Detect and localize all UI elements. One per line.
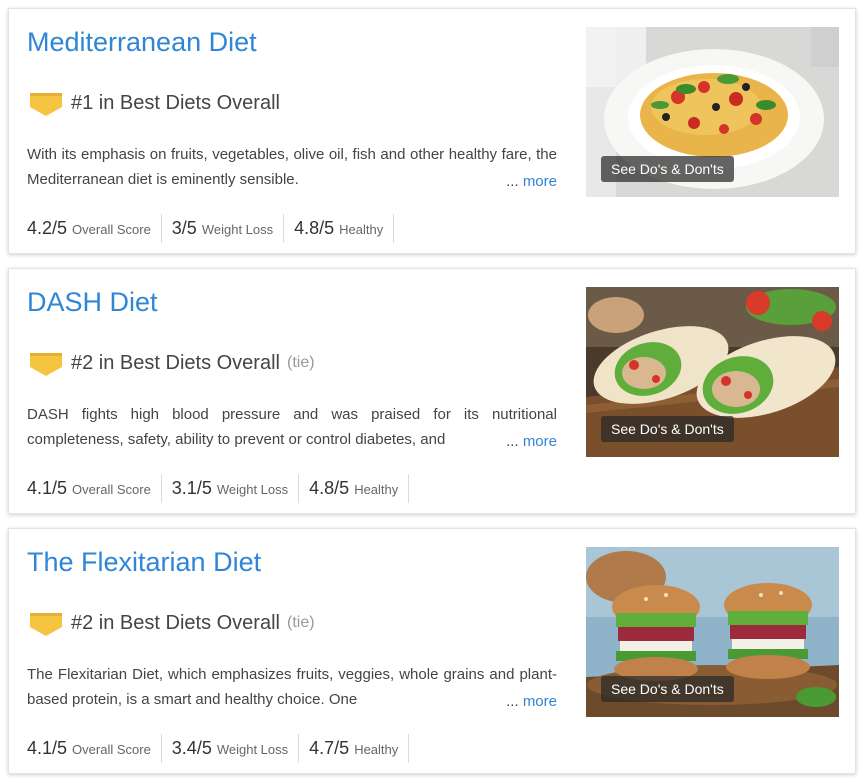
tie-label: (tie) xyxy=(286,354,315,371)
score-overall: 4.1/5 Overall Score xyxy=(27,734,162,763)
score-value: 4.8/5 xyxy=(309,478,350,498)
score-label: Healthy xyxy=(354,742,399,757)
score-label: Weight Loss xyxy=(201,222,274,237)
diet-title-link[interactable]: Mediterranean Diet xyxy=(27,29,257,56)
diet-description: The Flexitarian Diet, which emphasizes f… xyxy=(27,662,557,714)
score-value: 3.4/5 xyxy=(171,738,212,758)
ellipsis: ... xyxy=(506,173,519,190)
score-value: 4.8/5 xyxy=(294,218,335,238)
rank-badge-icon xyxy=(30,353,62,376)
score-weight-loss: 3.4/5 Weight Loss xyxy=(162,734,300,763)
rank-row: #2 in Best Diets Overall (tie) xyxy=(29,609,315,637)
more-link[interactable]: more xyxy=(523,693,557,710)
ellipsis: ... xyxy=(506,693,519,710)
diet-image[interactable]: See Do's & Don'ts xyxy=(586,547,839,717)
diet-card: Mediterranean Diet #1 in Best Diets Over… xyxy=(8,8,856,254)
score-value: 4.1/5 xyxy=(27,738,68,758)
rank-text: #2 in Best Diets Overall xyxy=(71,351,280,374)
score-label: Healthy xyxy=(339,222,384,237)
diet-title-link[interactable]: DASH Diet xyxy=(27,289,158,316)
score-label: Overall Score xyxy=(72,742,151,757)
rank-row: #1 in Best Diets Overall xyxy=(29,89,280,117)
more-wrapper: ... more xyxy=(470,429,557,454)
score-overall: 4.1/5 Overall Score xyxy=(27,474,162,503)
score-label: Weight Loss xyxy=(216,482,289,497)
diet-card: The Flexitarian Diet #2 in Best Diets Ov… xyxy=(8,528,856,774)
more-link[interactable]: more xyxy=(523,433,557,450)
score-healthy: 4.7/5 Healthy xyxy=(299,734,410,763)
ellipsis: ... xyxy=(506,433,519,450)
scores-row: 4.2/5 Overall Score 3/5 Weight Loss 4.8/… xyxy=(27,214,395,243)
diet-title-link[interactable]: The Flexitarian Diet xyxy=(27,549,261,576)
score-value: 3.1/5 xyxy=(171,478,212,498)
diet-image[interactable]: See Do's & Don'ts xyxy=(586,287,839,457)
rank-row: #2 in Best Diets Overall (tie) xyxy=(29,349,315,377)
score-value: 3/5 xyxy=(171,218,197,238)
score-healthy: 4.8/5 Healthy xyxy=(299,474,410,503)
rank-text: #1 in Best Diets Overall xyxy=(71,91,280,114)
rank-badge-icon xyxy=(30,93,62,116)
scores-row: 4.1/5 Overall Score 3.4/5 Weight Loss 4.… xyxy=(27,734,410,763)
see-dos-donts-button[interactable]: See Do's & Don'ts xyxy=(601,416,734,442)
score-label: Weight Loss xyxy=(216,742,289,757)
score-healthy: 4.8/5 Healthy xyxy=(284,214,395,243)
scores-row: 4.1/5 Overall Score 3.1/5 Weight Loss 4.… xyxy=(27,474,410,503)
diet-description: With its emphasis on fruits, vegetables,… xyxy=(27,142,557,194)
score-label: Overall Score xyxy=(72,222,151,237)
score-overall: 4.2/5 Overall Score xyxy=(27,214,162,243)
score-value: 4.2/5 xyxy=(27,218,68,238)
score-label: Healthy xyxy=(354,482,399,497)
rank-badge-icon xyxy=(30,613,62,636)
score-weight-loss: 3/5 Weight Loss xyxy=(162,214,285,243)
see-dos-donts-button[interactable]: See Do's & Don'ts xyxy=(601,676,734,702)
diet-card: DASH Diet #2 in Best Diets Overall (tie)… xyxy=(8,268,856,514)
score-value: 4.7/5 xyxy=(309,738,350,758)
see-dos-donts-button[interactable]: See Do's & Don'ts xyxy=(601,156,734,182)
more-link[interactable]: more xyxy=(523,173,557,190)
score-weight-loss: 3.1/5 Weight Loss xyxy=(162,474,300,503)
diet-image[interactable]: See Do's & Don'ts xyxy=(586,27,839,197)
score-label: Overall Score xyxy=(72,482,151,497)
more-wrapper: ... more xyxy=(470,689,557,714)
rank-text: #2 in Best Diets Overall xyxy=(71,611,280,634)
diet-description: DASH fights high blood pressure and was … xyxy=(27,402,557,454)
tie-label: (tie) xyxy=(286,614,315,631)
score-value: 4.1/5 xyxy=(27,478,68,498)
more-wrapper: ... more xyxy=(470,169,557,194)
